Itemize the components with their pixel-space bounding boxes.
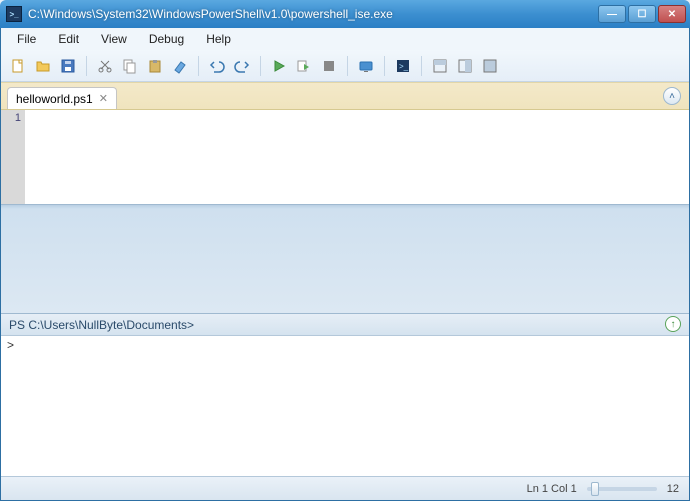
menu-file[interactable]: File [7,30,46,48]
splitter-pane[interactable] [1,204,689,314]
stop-icon[interactable] [318,55,340,77]
minimize-button[interactable]: — [598,5,626,23]
svg-text:>_: >_ [399,62,409,71]
maximize-button[interactable]: ☐ [628,5,656,23]
paste-icon[interactable] [144,55,166,77]
run-selection-icon[interactable] [268,55,290,77]
code-area[interactable] [25,110,689,204]
powershell-icon[interactable]: >_ [392,55,414,77]
undo-icon[interactable] [206,55,228,77]
collapse-script-icon[interactable]: ˄ [663,87,681,105]
menu-debug[interactable]: Debug [139,30,194,48]
window-title: C:\Windows\System32\WindowsPowerShell\v1… [28,7,598,21]
new-file-icon[interactable] [7,55,29,77]
copy-icon[interactable] [119,55,141,77]
clear-icon[interactable] [169,55,191,77]
console-input-marker: > [7,338,14,352]
zoom-slider[interactable] [587,487,657,491]
show-script-right-icon[interactable] [454,55,476,77]
cut-icon[interactable] [94,55,116,77]
run-script-icon[interactable] [293,55,315,77]
menu-help[interactable]: Help [196,30,241,48]
tab-helloworld[interactable]: helloworld.ps1 ✕ [7,87,117,109]
script-tabstrip: helloworld.ps1 ✕ ˄ [1,82,689,110]
redo-icon[interactable] [231,55,253,77]
line-number: 1 [1,112,21,124]
script-editor[interactable]: 1 [1,110,689,204]
save-icon[interactable] [57,55,79,77]
console-pane[interactable]: > [1,336,689,476]
line-number-gutter: 1 [1,110,25,204]
console-prompt-bar: PS C:\Users\NullByte\Documents> ↑ [1,314,689,336]
zoom-value: 12 [667,483,679,495]
menu-view[interactable]: View [91,30,137,48]
remote-icon[interactable] [355,55,377,77]
statusbar: Ln 1 Col 1 12 [1,476,689,500]
titlebar: >_ C:\Windows\System32\WindowsPowerShell… [0,0,690,28]
show-script-max-icon[interactable] [479,55,501,77]
tab-label: helloworld.ps1 [16,92,93,106]
menubar: File Edit View Debug Help [1,28,689,50]
menu-edit[interactable]: Edit [48,30,89,48]
show-script-top-icon[interactable] [429,55,451,77]
toolbar: >_ [1,50,689,82]
close-button[interactable]: ✕ [658,5,686,23]
cursor-position: Ln 1 Col 1 [527,483,577,495]
run-arrow-icon[interactable]: ↑ [665,316,681,332]
open-folder-icon[interactable] [32,55,54,77]
close-tab-icon[interactable]: ✕ [99,92,108,105]
console-prompt: PS C:\Users\NullByte\Documents> [9,318,194,332]
app-icon: >_ [6,6,22,22]
